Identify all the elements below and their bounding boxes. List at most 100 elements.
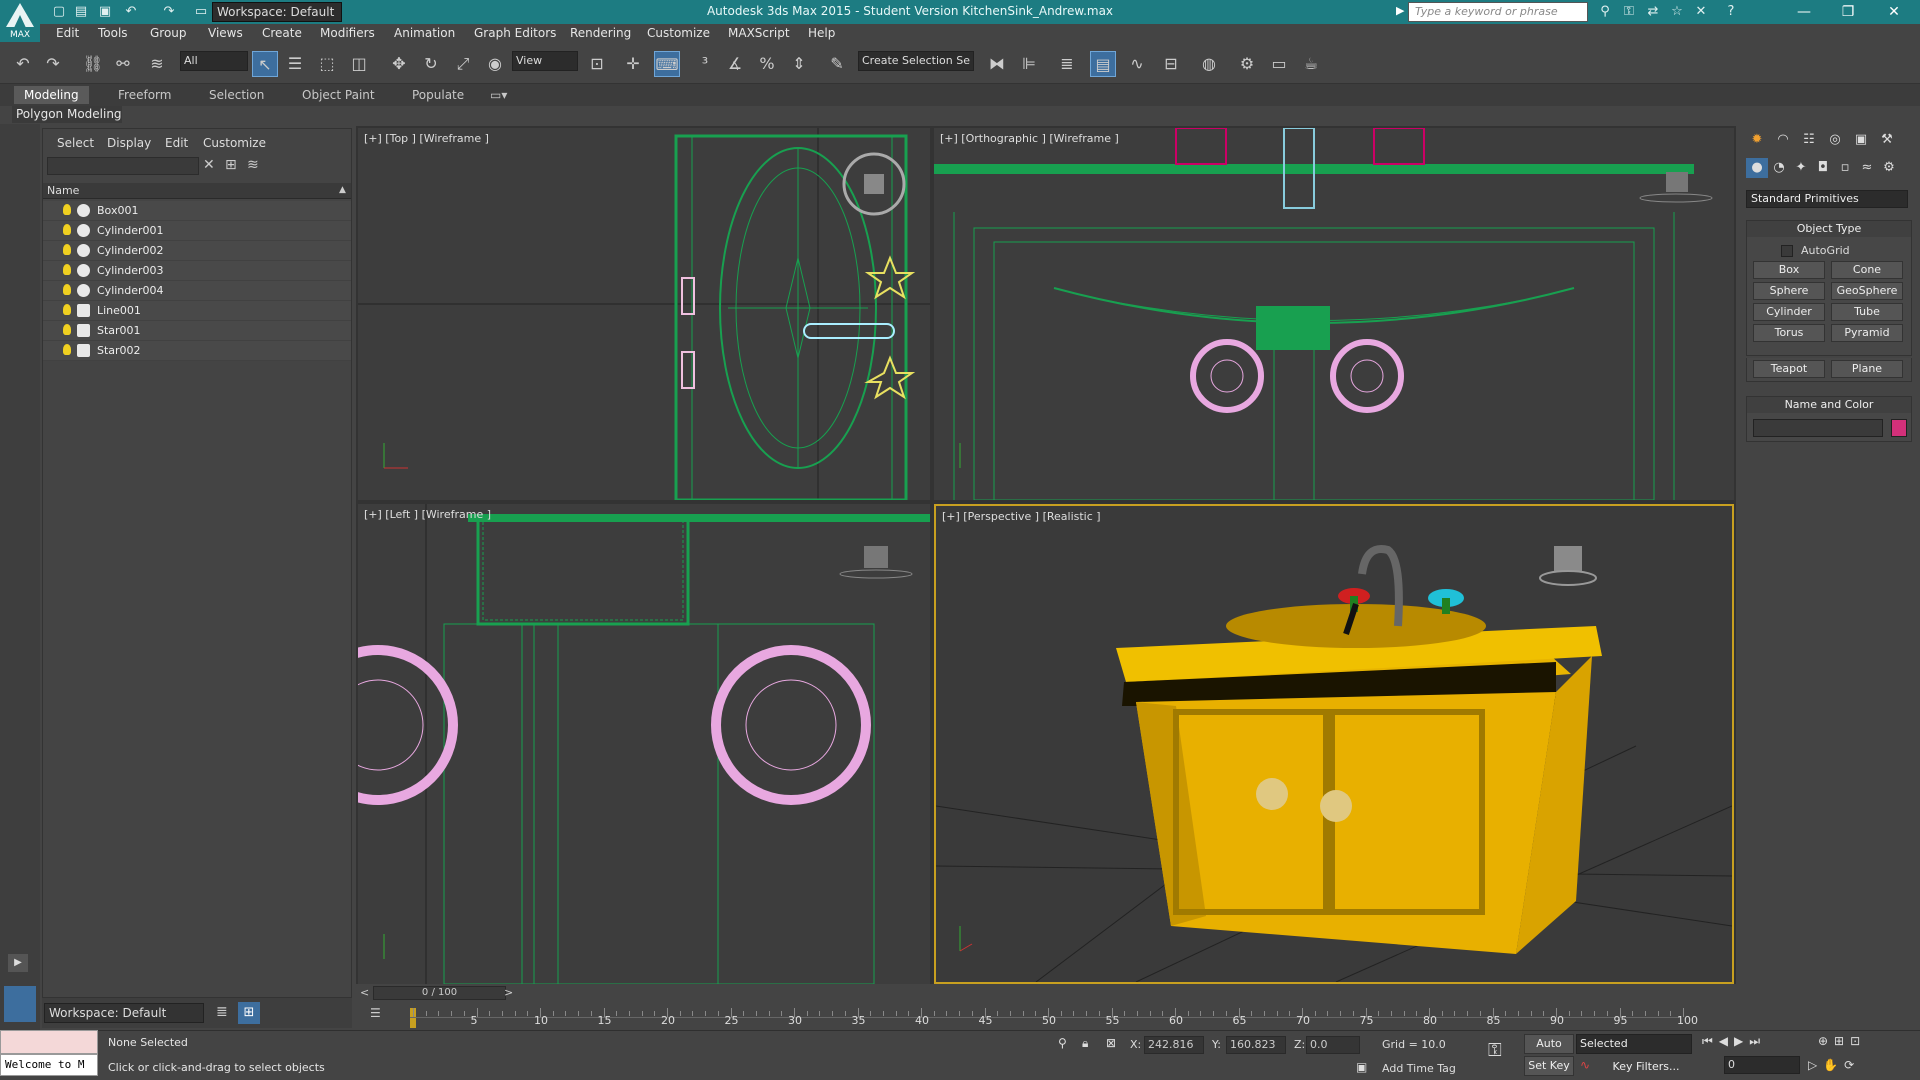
filter-icon[interactable]: ⊞ xyxy=(225,157,237,173)
key-tangents-icon[interactable]: ∿ xyxy=(1580,1058,1590,1072)
close-button[interactable]: ✕ xyxy=(1872,0,1916,24)
align-icon[interactable]: ⊫ xyxy=(1016,51,1042,77)
cylinder-button[interactable]: Cylinder xyxy=(1753,303,1825,321)
light-bulb-icon[interactable] xyxy=(63,304,71,315)
viewport-left[interactable]: [+] [Left ] [Wireframe ] xyxy=(358,504,930,984)
isolate-selection-icon[interactable]: ⚲ xyxy=(1058,1036,1067,1050)
new-file-icon[interactable]: ▢ xyxy=(50,3,68,21)
hierarchy-toggle-icon[interactable]: ⊞ xyxy=(238,1002,260,1024)
torus-button[interactable]: Torus xyxy=(1753,324,1825,342)
light-bulb-icon[interactable] xyxy=(63,324,71,335)
box-button[interactable]: Box xyxy=(1753,261,1825,279)
viewport-orthographic[interactable]: [+] [Orthographic ] [Wireframe ] xyxy=(934,128,1734,500)
key-icon[interactable]: ⚿ xyxy=(1620,3,1638,21)
geosphere-button[interactable]: GeoSphere xyxy=(1831,282,1903,300)
scene-explorer-toggle-icon[interactable]: ▤ xyxy=(1090,51,1116,77)
x-coordinate-field[interactable]: 242.816 xyxy=(1144,1036,1204,1054)
lights-icon[interactable]: ✦ xyxy=(1790,158,1812,178)
workspace-dropdown[interactable]: Workspace: Default xyxy=(212,2,342,22)
viewport-label-perspective[interactable]: [+] [Perspective ] [Realistic ] xyxy=(942,510,1101,523)
create-tab-icon[interactable]: ✹ xyxy=(1746,130,1768,150)
snaps-toggle-icon[interactable]: ³ xyxy=(692,51,718,77)
menu-group[interactable]: Group xyxy=(150,26,187,40)
unlink-icon[interactable]: ⚯ xyxy=(110,51,136,77)
place-icon[interactable]: ◉ xyxy=(482,51,508,77)
exchange-icon[interactable]: ⇄ xyxy=(1644,3,1662,21)
cameras-icon[interactable]: ◘ xyxy=(1812,158,1834,178)
se-menu-edit[interactable]: Edit xyxy=(165,136,188,150)
star-icon[interactable]: ☆ xyxy=(1668,3,1686,21)
undo-icon[interactable]: ↶ xyxy=(122,3,140,21)
spacewarps-icon[interactable]: ≈ xyxy=(1856,158,1878,178)
edit-named-selection-icon[interactable]: ✎ xyxy=(824,51,850,77)
key-mode-dropdown[interactable]: Selected xyxy=(1576,1034,1692,1054)
clear-search-icon[interactable]: ✕ xyxy=(203,157,215,173)
viewport-top[interactable]: [+] [Top ] [Wireframe ] xyxy=(358,128,930,500)
undo-icon[interactable]: ↶ xyxy=(10,51,36,77)
menu-modifiers[interactable]: Modifiers xyxy=(320,26,375,40)
redo-icon[interactable]: ↷ xyxy=(160,3,178,21)
light-bulb-icon[interactable] xyxy=(63,284,71,295)
menu-help[interactable]: Help xyxy=(808,26,835,40)
list-item[interactable]: Cylinder001 xyxy=(43,221,351,241)
viewport-layout-icon[interactable] xyxy=(4,986,36,1022)
se-menu-select[interactable]: Select xyxy=(57,136,94,150)
window-crossing-icon[interactable]: ◫ xyxy=(346,51,372,77)
display-tab-icon[interactable]: ▣ xyxy=(1850,130,1872,150)
spinner-snap-icon[interactable]: ⇕ xyxy=(786,51,812,77)
lock-selection-icon[interactable]: 🔒︎ xyxy=(1082,1036,1088,1051)
tab-object-paint[interactable]: Object Paint xyxy=(292,86,385,104)
modify-tab-icon[interactable]: ◠ xyxy=(1772,130,1794,150)
pyramid-button[interactable]: Pyramid xyxy=(1831,324,1903,342)
bind-spacewarp-icon[interactable]: ≋ xyxy=(144,51,170,77)
time-slider[interactable]: 0 / 100 xyxy=(373,986,506,1000)
rendered-frame-window-icon[interactable]: ▭ xyxy=(1266,51,1292,77)
menu-tools[interactable]: Tools xyxy=(98,26,128,40)
viewport-navigation-icon[interactable]: ⊕⊞⊡ xyxy=(1818,1034,1866,1048)
list-item[interactable]: Line001 xyxy=(43,301,351,321)
plane-button[interactable]: Plane xyxy=(1831,360,1903,378)
schematic-view-icon[interactable]: ⊟ xyxy=(1158,51,1184,77)
systems-icon[interactable]: ⚙ xyxy=(1878,158,1900,178)
menu-animation[interactable]: Animation xyxy=(394,26,455,40)
playback-controls-icon[interactable]: ⏮◀▶⏭ xyxy=(1702,1034,1766,1049)
absolute-relative-toggle-icon[interactable]: ⊠ xyxy=(1106,1036,1116,1050)
percent-snap-icon[interactable]: % xyxy=(754,51,780,77)
object-color-swatch[interactable] xyxy=(1891,419,1907,437)
column-header-name[interactable]: Name xyxy=(43,183,351,199)
key-filters-button[interactable]: Key Filters... xyxy=(1600,1058,1692,1076)
list-item[interactable]: Cylinder003 xyxy=(43,261,351,281)
tab-freeform[interactable]: Freeform xyxy=(108,86,181,104)
layer-manager-icon[interactable]: ≣ xyxy=(1054,51,1080,77)
se-menu-customize[interactable]: Customize xyxy=(203,136,266,150)
layers-icon[interactable]: ≣ xyxy=(216,1004,228,1020)
teapot-button[interactable]: Teapot xyxy=(1753,360,1825,378)
binoculars-icon[interactable]: ⚲ xyxy=(1596,3,1614,21)
tab-populate[interactable]: Populate xyxy=(402,86,474,104)
reference-coordinate-dropdown[interactable]: View xyxy=(512,51,578,71)
tab-modeling[interactable]: Modeling xyxy=(14,86,89,104)
restore-button[interactable]: ❐ xyxy=(1826,0,1870,24)
category-dropdown[interactable]: Standard Primitives xyxy=(1746,190,1908,208)
menu-customize[interactable]: Customize xyxy=(647,26,710,40)
select-object-icon[interactable]: ↖ xyxy=(252,51,278,77)
link-icon[interactable]: ⛓ xyxy=(80,51,106,77)
maxscript-listener[interactable] xyxy=(0,1030,98,1054)
sort-ascending-icon[interactable]: ▲ xyxy=(339,185,346,195)
expand-panel-icon[interactable]: ▶ xyxy=(8,954,28,972)
add-time-tag[interactable]: Add Time Tag xyxy=(1382,1062,1456,1075)
current-frame-field[interactable]: 0 xyxy=(1724,1056,1800,1074)
list-item[interactable]: Star002 xyxy=(43,341,351,361)
tab-selection[interactable]: Selection xyxy=(199,86,274,104)
selection-filter-dropdown[interactable]: All xyxy=(180,51,248,71)
angle-snap-icon[interactable]: ∡ xyxy=(722,51,748,77)
menu-graph-editors[interactable]: Graph Editors xyxy=(474,26,556,40)
rectangular-selection-icon[interactable]: ⬚ xyxy=(314,51,340,77)
next-frame-icon[interactable]: > xyxy=(504,986,513,999)
light-bulb-icon[interactable] xyxy=(63,204,71,215)
render-setup-icon[interactable]: ⚙ xyxy=(1234,51,1260,77)
object-name-input[interactable] xyxy=(1753,419,1883,437)
chevron-right-icon[interactable]: ▶ xyxy=(1396,4,1404,17)
menu-edit[interactable]: Edit xyxy=(56,26,79,40)
menu-maxscript[interactable]: MAXScript xyxy=(728,26,790,40)
